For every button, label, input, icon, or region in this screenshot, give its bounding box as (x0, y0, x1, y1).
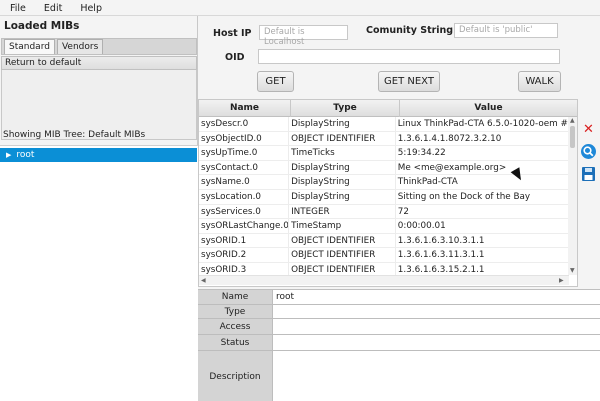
cell-name: sysServices.0 (199, 204, 290, 219)
vertical-scrollbar[interactable]: ▲ ▼ (568, 117, 577, 275)
cell-value: 72 (397, 206, 409, 217)
table-row[interactable]: sysUpTime.0 TimeTicks 5:19:34.22 (199, 146, 569, 161)
mib-tree[interactable]: ▶ root (0, 145, 198, 401)
mib-tabs: Standard Vendors (1, 38, 197, 55)
detail-value-type (273, 305, 600, 318)
cell-name: sysObjectID.0 (199, 131, 290, 146)
tab-standard[interactable]: Standard (4, 39, 55, 54)
cell-value: ThinkPad-CTA (397, 177, 458, 188)
cell-name: sysDescr.0 (199, 117, 290, 131)
cell-value: 5:19:34.22 (397, 148, 446, 159)
menu-help[interactable]: Help (70, 0, 110, 15)
detail-label-name: Name (198, 290, 273, 304)
detail-row-status: Status (198, 335, 600, 351)
detail-value-name: root (273, 290, 600, 304)
get-button[interactable]: GET (257, 71, 294, 92)
cell-value: 1.3.6.1.4.1.8072.3.2.10 (397, 133, 502, 144)
side-toolbar: ✕ (578, 120, 600, 190)
table-row[interactable]: sysORLastChange.0 TimeStamp 0:00:00.01 (199, 219, 569, 234)
cell-value: Sitting on the Dock of the Bay (397, 191, 531, 202)
menu-file[interactable]: File (0, 0, 34, 15)
column-value-header[interactable]: Value (400, 100, 577, 117)
cell-value: Linux ThinkPad-CTA 6.5.0-1020-oem #21- (397, 119, 569, 129)
scroll-up-icon[interactable]: ▲ (570, 117, 575, 124)
table-row[interactable]: sysDescr.0 DisplayString Linux ThinkPad-CT… (199, 117, 569, 132)
detail-value-description (273, 351, 600, 401)
cell-type: DisplayString (289, 175, 396, 189)
cell-type: TimeTicks (289, 146, 396, 160)
cell-type: OBJECT IDENTIFIER (289, 233, 396, 248)
table-header: Name Type Value (199, 100, 577, 117)
chevron-right-icon[interactable]: ▶ (6, 151, 11, 159)
walk-button[interactable]: WALK (518, 71, 561, 92)
oid-input[interactable] (258, 49, 560, 64)
loaded-mibs-title: Loaded MIBs (4, 20, 80, 32)
scroll-left-icon[interactable]: ◀ (201, 277, 206, 284)
table-row[interactable]: sysObjectID.0 OBJECT IDENTIFIER 1.3.6.1.4.… (199, 131, 569, 147)
return-to-default-button[interactable]: Return to default (1, 56, 197, 70)
cell-name: sysORLastChange.0 (201, 219, 290, 233)
cell-type: INTEGER (289, 204, 396, 219)
menu-edit[interactable]: Edit (34, 0, 70, 15)
query-panel: Host IP Default is Localhost Comunity St… (198, 16, 600, 99)
table-row[interactable]: sysServices.0 INTEGER 72 (199, 204, 569, 220)
detail-label-status: Status (198, 335, 273, 350)
results-table[interactable]: Name Type Value sysDescr.0 DisplayString L… (198, 99, 578, 287)
detail-row-type: Type (198, 305, 600, 319)
save-icon[interactable] (582, 167, 595, 181)
host-ip-label: Host IP (213, 28, 252, 39)
community-string-label: Comunity String (366, 25, 454, 36)
horizontal-scrollbar[interactable]: ◀ ▶ (199, 275, 569, 285)
search-icon[interactable] (581, 144, 596, 159)
cell-value: 1.3.6.1.6.3.10.3.1.1 (397, 235, 485, 246)
cell-type: OBJECT IDENTIFIER (289, 248, 396, 262)
detail-row-name: Name root (198, 290, 600, 305)
details-panel: Name root Type Access Status Description (198, 289, 600, 401)
cell-name: sysORID.2 (199, 248, 290, 262)
oid-label: OID (225, 52, 245, 63)
scrollbar-thumb[interactable] (570, 126, 575, 148)
tab-vendors[interactable]: Vendors (56, 39, 104, 54)
detail-value-status (273, 335, 600, 350)
cell-type: OBJECT IDENTIFIER (289, 131, 396, 146)
host-ip-input[interactable]: Default is Localhost (259, 25, 348, 47)
cell-name: sysName.0 (199, 175, 290, 189)
scroll-down-icon[interactable]: ▼ (570, 267, 575, 274)
detail-label-access: Access (198, 319, 273, 334)
cell-type: TimeStamp (289, 219, 396, 233)
get-next-button[interactable]: GET NEXT (378, 71, 440, 92)
detail-row-description: Description (198, 351, 600, 401)
cell-name: sysContact.0 (199, 160, 290, 175)
column-type-header[interactable]: Type (291, 100, 400, 117)
detail-label-type: Type (198, 305, 273, 318)
detail-row-access: Access (198, 319, 600, 335)
tree-item-root[interactable]: ▶ root (0, 148, 197, 162)
community-string-input[interactable]: Default is 'public' (454, 23, 558, 38)
cell-value: 1.3.6.1.6.3.11.3.1.1 (397, 250, 485, 261)
mib-tree-caption: Showing MIB Tree: Default MIBs (3, 130, 146, 140)
table-body: sysDescr.0 DisplayString Linux ThinkPad-CT… (199, 117, 569, 278)
cell-value: Me <me@example.org> (397, 162, 507, 173)
cell-type: DisplayString (289, 117, 396, 131)
detail-label-description: Description (198, 351, 273, 401)
left-panel: Loaded MIBs Standard Vendors Return to d… (0, 16, 198, 401)
close-icon[interactable]: ✕ (583, 122, 594, 137)
cell-type: DisplayString (289, 160, 396, 175)
scroll-right-icon[interactable]: ▶ (559, 277, 564, 284)
column-name-header[interactable]: Name (199, 100, 291, 117)
cell-name: sysORID.1 (199, 233, 290, 248)
cell-name: sysLocation.0 (199, 189, 290, 204)
tree-item-label: root (16, 150, 35, 160)
menu-bar: File Edit Help (0, 0, 600, 16)
table-row[interactable]: sysORID.1 OBJECT IDENTIFIER 1.3.6.1.6.3.10… (199, 233, 569, 249)
cell-name: sysUpTime.0 (199, 146, 290, 160)
cell-value: 0:00:00.01 (397, 221, 446, 232)
table-row[interactable]: sysLocation.0 DisplayString Sitting on the… (199, 189, 569, 205)
detail-value-access (273, 319, 600, 334)
cell-type: DisplayString (289, 189, 396, 204)
table-row[interactable]: sysORID.2 OBJECT IDENTIFIER 1.3.6.1.6.3.11… (199, 248, 569, 263)
